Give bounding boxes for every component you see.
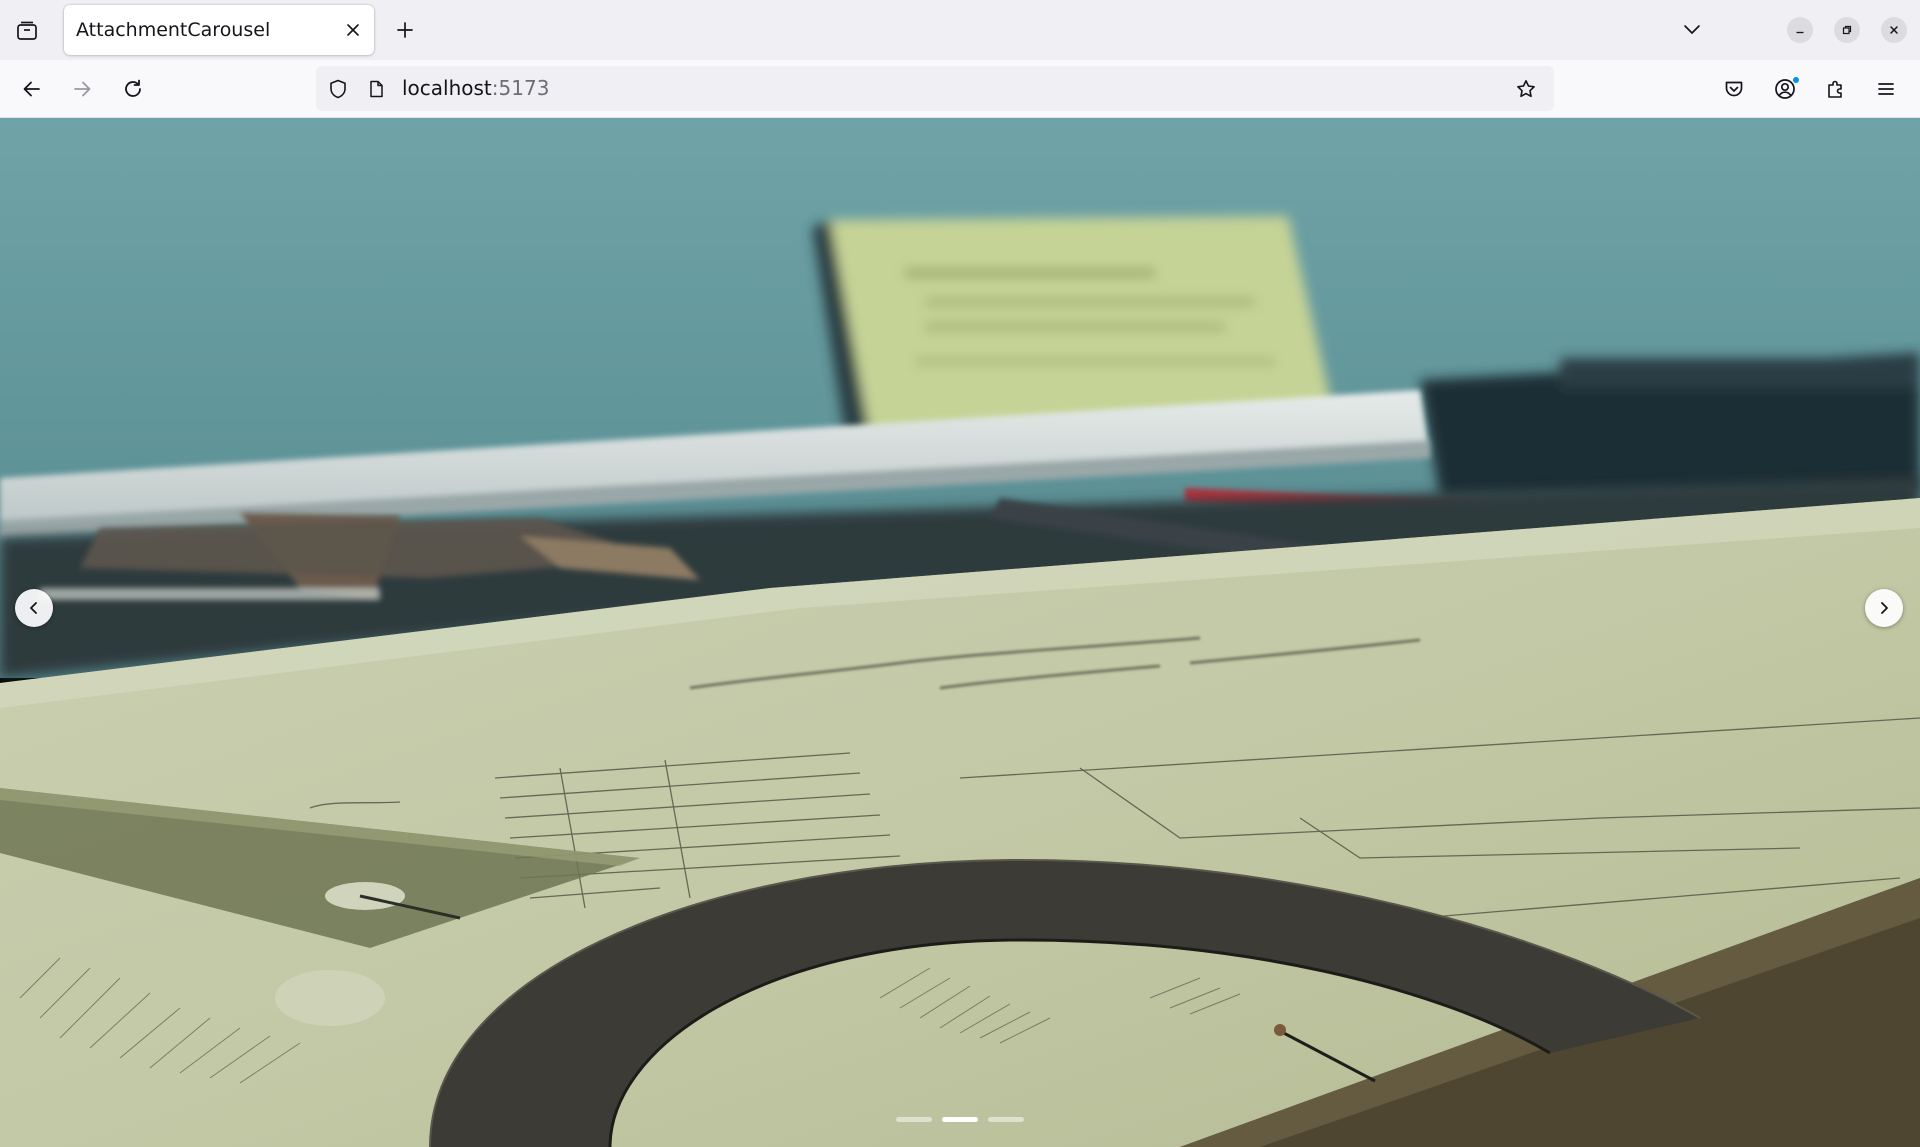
tab-title: AttachmentCarousel [76,19,271,41]
url-text: localhost:5173 [402,66,549,111]
pocket-icon [1725,81,1743,97]
plus-icon [397,22,413,38]
minimize-button[interactable] [1787,17,1813,43]
reload-button[interactable] [115,71,151,107]
carousel-indicator-1[interactable] [896,1117,932,1122]
hamburger-menu-icon [1878,83,1894,95]
back-button[interactable] [14,71,50,107]
reload-icon [125,79,141,97]
arrow-left-icon [23,81,40,97]
close-window-button[interactable] [1881,17,1907,43]
account-badge [1792,76,1800,84]
forward-button[interactable] [64,71,100,107]
chevron-down-icon [1684,25,1700,34]
app-menu-button[interactable] [1868,71,1904,107]
tab-list-button[interactable] [10,14,44,48]
page-icon [363,76,389,102]
pocket-button[interactable] [1716,71,1752,107]
extensions-button[interactable] [1818,71,1854,107]
close-icon [347,24,359,36]
navigation-toolbar: localhost:5173 [0,60,1920,118]
carousel-indicators [0,1117,1920,1125]
attachment-carousel [0,118,1920,1147]
carousel-indicator-2[interactable] [942,1117,978,1122]
tab-strip: AttachmentCarousel [0,0,1920,60]
tab-close-button[interactable] [338,15,368,45]
arrow-right-icon [74,81,91,97]
close-icon [1890,26,1898,34]
star-icon [1517,80,1535,98]
carousel-prev-button[interactable] [15,589,53,627]
account-button[interactable] [1767,71,1803,107]
restore-icon [1842,25,1852,35]
restore-button[interactable] [1834,17,1860,43]
shield-icon[interactable] [325,76,351,102]
url-port: :5173 [491,76,550,100]
tab-list-icon [17,21,37,40]
url-host: localhost [402,76,492,100]
minimize-icon [1796,31,1804,34]
carousel-next-button[interactable] [1865,589,1903,627]
puzzle-icon [1828,80,1842,98]
carousel-indicator-3[interactable] [988,1117,1024,1122]
chevron-left-icon [30,602,37,614]
list-all-tabs-button[interactable] [1675,12,1709,46]
bookmark-star-button[interactable] [1513,76,1539,102]
tab-attachment-carousel[interactable]: AttachmentCarousel [64,5,374,55]
carousel-slide-image [0,118,1920,1147]
new-tab-button[interactable] [388,13,422,47]
chevron-right-icon [1881,602,1888,614]
url-bar[interactable]: localhost:5173 [316,66,1554,111]
